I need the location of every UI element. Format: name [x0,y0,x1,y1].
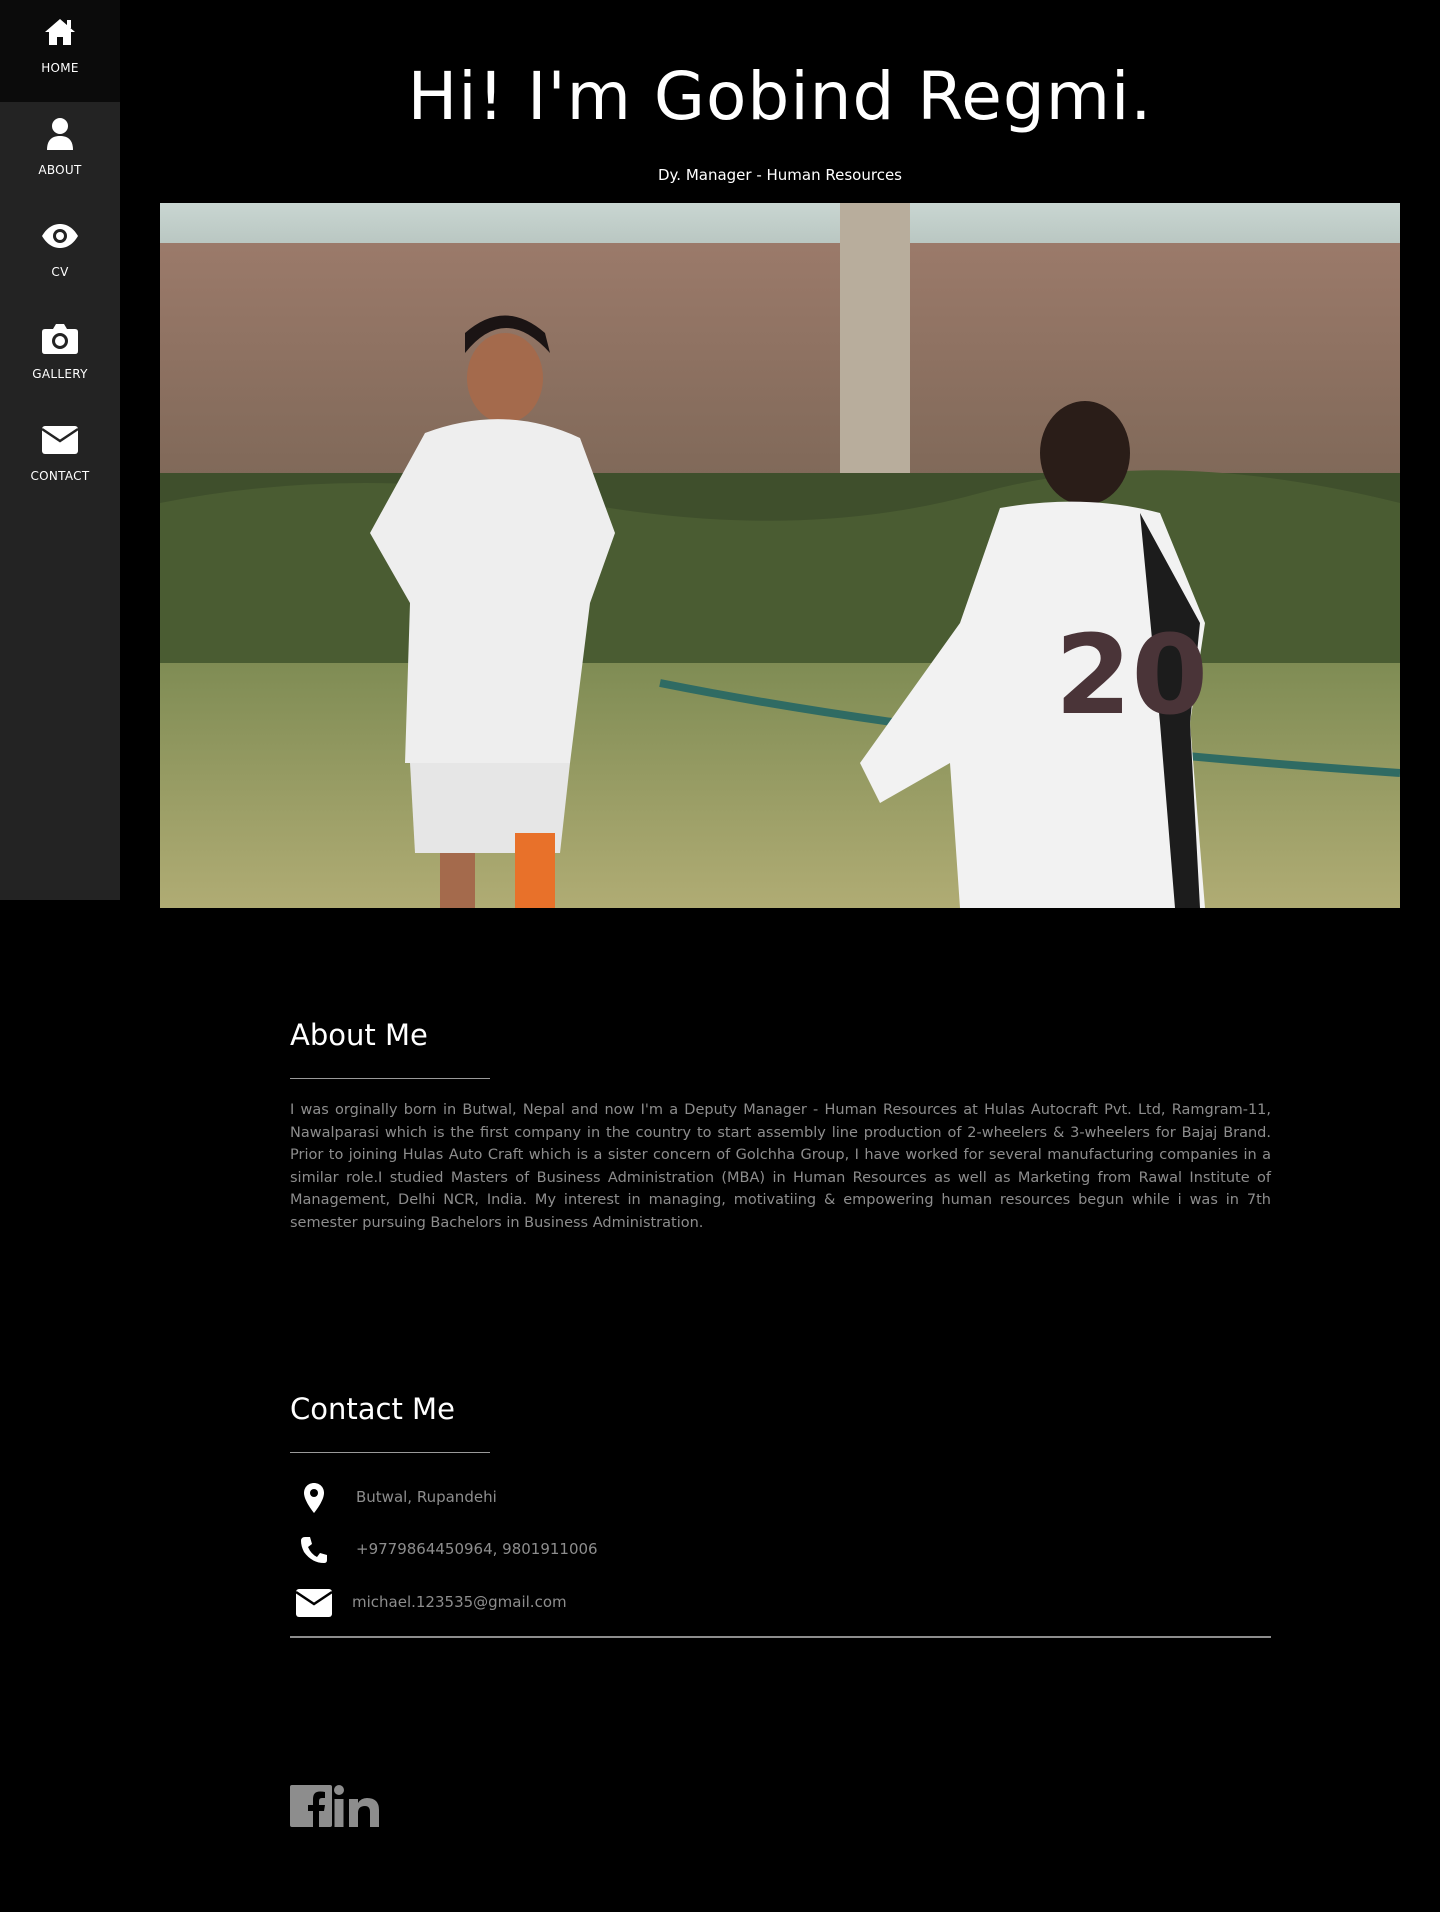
sidebar-nav: HOME ABOUT CV GALLERY CONTACT [0,0,120,900]
linkedin-icon [334,1785,380,1831]
facebook-icon [290,1785,332,1831]
sidebar-item-about[interactable]: ABOUT [0,102,120,204]
sidebar-item-label: CV [51,265,69,279]
map-marker-icon [294,1478,334,1518]
phone-text: +9779864450964, 9801911006 [356,1540,598,1558]
sidebar-item-cv[interactable]: CV [0,204,120,306]
contact-heading: Contact Me [290,1392,455,1426]
sidebar-item-contact[interactable]: CONTACT [0,408,120,510]
camera-icon [40,318,80,358]
email-link[interactable]: michael.123535@gmail.com [352,1593,567,1611]
sidebar-item-label: ABOUT [38,163,82,177]
contact-divider [290,1452,490,1453]
location-text: Butwal, Rupandehi [356,1488,497,1506]
sidebar-item-label: CONTACT [30,469,90,483]
home-icon [40,12,80,52]
linkedin-link[interactable] [334,1785,380,1831]
contact-email: michael.123535@gmail.com [290,1583,890,1623]
envelope-icon [294,1583,334,1623]
sidebar-item-label: HOME [41,61,79,75]
page-title: Hi! I'm Gobind Regmi. [407,58,1153,135]
about-text: I was orginally born in Butwal, Nepal an… [290,1102,1271,1231]
envelope-icon [40,420,80,460]
contact-bottom-divider [290,1636,1271,1638]
user-icon [40,114,80,154]
about-divider [290,1078,490,1079]
about-heading: About Me [290,1018,428,1052]
sidebar-item-gallery[interactable]: GALLERY [0,306,120,408]
sidebar-item-home[interactable]: HOME [0,0,120,102]
svg-text:20: 20 [1055,611,1208,739]
page: HOME ABOUT CV GALLERY CONTACT Hi! I'm Go… [0,0,1440,1912]
phone-icon [294,1530,334,1570]
eye-icon [40,216,80,256]
contact-location: Butwal, Rupandehi [290,1478,890,1518]
hero-photo: 20 [160,203,1400,908]
sidebar-item-label: GALLERY [32,367,88,381]
facebook-link[interactable] [290,1785,332,1831]
contact-phone: +9779864450964, 9801911006 [290,1530,890,1570]
job-title: Dy. Manager - Human Resources [658,166,902,184]
